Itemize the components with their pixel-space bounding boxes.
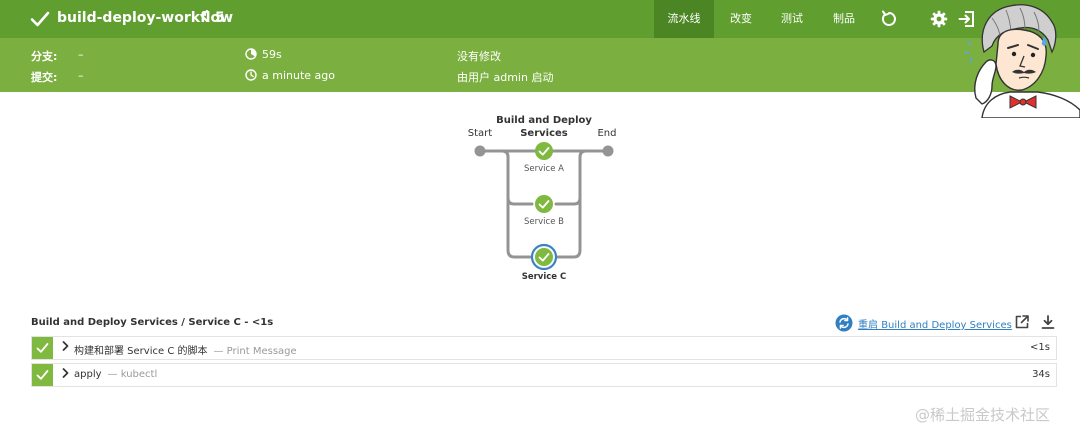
run-number-text: 5 xyxy=(215,10,225,26)
pipeline-graph: Start End Build and Deploy Services Serv… xyxy=(468,115,617,282)
run-number[interactable]: 5 xyxy=(200,9,225,26)
step-name-text: 构建和部署 Service C 的脚本 xyxy=(74,346,208,357)
clock-icon xyxy=(245,69,257,81)
chevron-left-icon xyxy=(200,9,209,26)
stage-node-service-b[interactable] xyxy=(535,195,553,213)
stage-label-service-c: Service C xyxy=(522,272,567,282)
check-icon xyxy=(36,370,49,380)
duration-icon xyxy=(245,48,257,60)
stage-title-line1: Build and Deploy xyxy=(496,115,592,126)
steps-panel-title: Build and Deploy Services / Service C - … xyxy=(31,317,274,328)
avatar[interactable] xyxy=(962,0,1080,118)
watermark: @稀土掘金技术社区 xyxy=(915,406,1051,424)
check-icon xyxy=(36,343,49,353)
tab-artifacts[interactable]: 制品 xyxy=(816,0,872,38)
step-description: — kubectl xyxy=(107,369,158,380)
download-icon[interactable] xyxy=(1040,314,1056,330)
duration-value: 59s xyxy=(262,48,282,61)
stage-label-service-a: Service A xyxy=(524,164,564,174)
run-summary-bar: 分支: – 提交: – 59s a minute ago 没有修改 由用户 ad… xyxy=(0,38,1080,92)
stage-title-line2: Services xyxy=(520,128,568,139)
step-row[interactable]: apply — kubectl 34s xyxy=(31,363,1057,387)
check-icon xyxy=(30,11,50,27)
chevron-right-icon[interactable] xyxy=(62,368,69,381)
replay-icon[interactable] xyxy=(880,10,898,28)
step-name-text: apply xyxy=(74,369,102,380)
branch-value: – xyxy=(78,48,84,61)
commit-label: 提交: xyxy=(31,71,58,84)
restart-target: Build and Deploy Services xyxy=(881,320,1012,331)
stage-label-service-b: Service B xyxy=(524,217,564,227)
commit-value: – xyxy=(78,69,84,82)
restart-stage-link[interactable]: 重启 Build and Deploy Services xyxy=(858,316,1012,331)
step-name: 构建和部署 Service C 的脚本 — Print Message xyxy=(74,342,297,357)
tab-changes[interactable]: 改变 xyxy=(714,0,768,38)
step-row[interactable]: 构建和部署 Service C 的脚本 — Print Message <1s xyxy=(31,336,1057,360)
step-name: apply — kubectl xyxy=(74,369,157,380)
restart-prefix: 重启 xyxy=(858,320,878,331)
end-label: End xyxy=(597,128,616,139)
gear-icon[interactable] xyxy=(930,10,948,28)
restart-icon[interactable] xyxy=(835,314,853,332)
chevron-right-icon[interactable] xyxy=(62,341,69,354)
start-label: Start xyxy=(468,128,493,139)
step-status-success xyxy=(32,337,53,359)
end-node xyxy=(602,145,614,157)
step-duration: 34s xyxy=(1032,369,1050,380)
started-time: a minute ago xyxy=(262,69,335,82)
started-by-text: 由用户 admin 启动 xyxy=(457,71,554,84)
stage-node-service-c[interactable] xyxy=(530,243,558,271)
start-node xyxy=(474,145,486,157)
open-external-icon[interactable] xyxy=(1014,314,1030,330)
step-description: — Print Message xyxy=(213,346,297,357)
stage-node-service-a[interactable] xyxy=(535,142,553,160)
top-bar: build-deploy-workflow 5 流水线 改变 测试 制品 xyxy=(0,0,1080,38)
changes-text: 没有修改 xyxy=(457,50,501,63)
step-duration: <1s xyxy=(1030,342,1050,353)
tab-tests[interactable]: 测试 xyxy=(768,0,816,38)
step-status-success xyxy=(32,364,53,386)
tab-pipeline[interactable]: 流水线 xyxy=(654,0,714,38)
branch-label: 分支: xyxy=(31,50,58,63)
